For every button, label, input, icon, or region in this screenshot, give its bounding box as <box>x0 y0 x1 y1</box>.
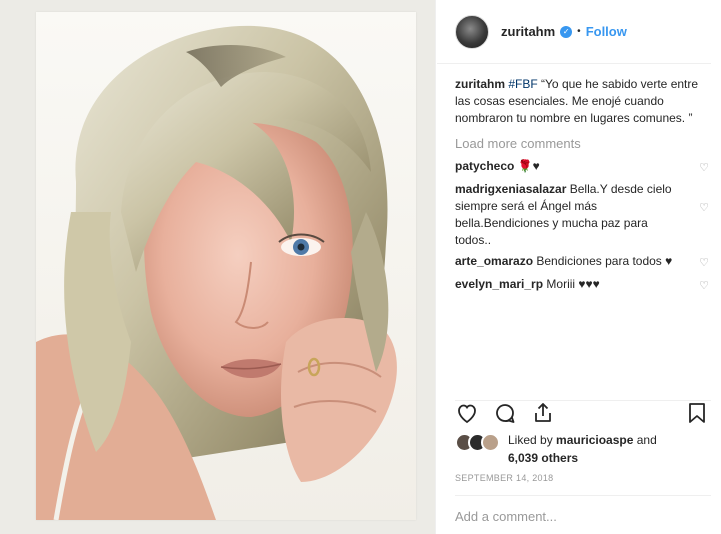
likes-count[interactable]: 6,039 others <box>508 451 578 465</box>
comment-username[interactable]: madrigxeniasalazar <box>455 182 566 196</box>
comment-like-heart-icon[interactable]: ♡ <box>699 158 709 177</box>
verified-badge-icon: ✓ <box>560 25 573 38</box>
likes-and: and <box>633 433 657 447</box>
likes-summary: Liked by mauricioaspe and 6,039 others <box>455 431 711 467</box>
comments-list: zuritahm #FBF “Yo que he sabido verte en… <box>455 76 709 299</box>
avatar[interactable] <box>455 14 489 49</box>
post-caption: zuritahm #FBF “Yo que he sabido verte en… <box>455 76 709 127</box>
post-header: zuritahm ✓ • Follow <box>437 0 711 64</box>
post-photo-panel <box>0 0 436 534</box>
separator-dot: • <box>577 26 581 37</box>
bookmark-icon[interactable] <box>685 401 711 427</box>
share-icon[interactable] <box>531 401 557 427</box>
comment-item: arte_omarazo Bendiciones para todos ♥ ♡ <box>455 253 709 272</box>
comment-username[interactable]: evelyn_mari_rp <box>455 277 543 291</box>
likes-text: Liked by mauricioaspe and 6,039 others <box>508 431 657 467</box>
post-date[interactable]: SEPTEMBER 14, 2018 <box>455 473 553 483</box>
liker-avatars <box>455 433 500 452</box>
post-photo[interactable] <box>36 12 416 520</box>
follow-button[interactable]: Follow <box>586 24 627 39</box>
liker-username[interactable]: mauricioaspe <box>556 433 633 447</box>
comment-text: Moriii ♥♥♥ <box>543 277 600 291</box>
post-username[interactable]: zuritahm <box>501 24 555 39</box>
portrait-image <box>36 12 416 520</box>
comment-item: madrigxeniasalazar Bella.Y desde cielo s… <box>455 181 709 249</box>
comment-item: patycheco 🌹♥ ♡ <box>455 158 709 177</box>
comment-text: 🌹♥ <box>514 159 540 173</box>
comment-username[interactable]: patycheco <box>455 159 514 173</box>
add-comment-input[interactable] <box>455 506 711 524</box>
post-sidebar: zuritahm ✓ • Follow zuritahm #FBF “Yo qu… <box>437 0 721 534</box>
comment-icon[interactable] <box>493 401 519 427</box>
comment-username[interactable]: arte_omarazo <box>455 254 533 268</box>
post-actions <box>455 400 711 426</box>
comment-like-heart-icon[interactable]: ♡ <box>699 253 709 272</box>
comment-text: Bendiciones para todos ♥ <box>533 254 673 268</box>
comment-like-heart-icon[interactable]: ♡ <box>699 276 709 295</box>
comment-like-heart-icon[interactable]: ♡ <box>699 181 709 249</box>
liker-avatar[interactable] <box>481 433 500 452</box>
caption-username[interactable]: zuritahm <box>455 77 505 91</box>
heart-icon[interactable] <box>455 401 481 427</box>
add-comment-bar <box>455 495 711 534</box>
likes-prefix: Liked by <box>508 433 557 447</box>
comment-item: evelyn_mari_rp Moriii ♥♥♥ ♡ <box>455 276 709 295</box>
caption-hashtag[interactable]: #FBF <box>508 77 537 91</box>
load-more-comments-button[interactable]: Load more comments <box>455 135 709 152</box>
